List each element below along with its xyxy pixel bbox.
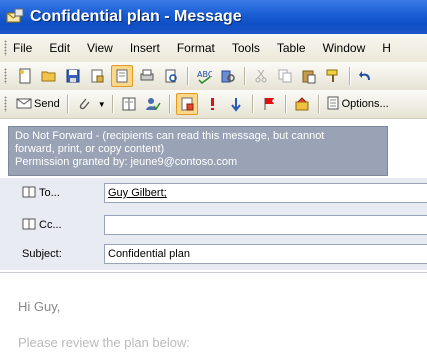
spelling-icon[interactable]: ABC xyxy=(194,66,214,86)
message-body[interactable]: Hi Guy, Please review the plan below: xyxy=(0,272,427,355)
message-window-icon xyxy=(6,8,24,26)
toolbar-separator xyxy=(66,95,68,113)
subject-field[interactable]: Confidential plan xyxy=(104,244,427,264)
format-painter-icon[interactable] xyxy=(323,66,343,86)
to-row: To... Guy Gilbert; xyxy=(0,181,427,205)
undo-icon[interactable] xyxy=(356,66,376,86)
cc-button[interactable]: Cc... xyxy=(22,215,98,235)
research-icon[interactable] xyxy=(218,66,238,86)
signature-icon[interactable] xyxy=(292,94,312,114)
options-button[interactable]: Options... xyxy=(323,94,392,114)
infobar-line-2: forward, print, or copy content) xyxy=(15,143,165,155)
irm-permission-icon[interactable] xyxy=(111,65,133,87)
attach-dropdown-arrow-icon[interactable]: ▼ xyxy=(98,100,106,109)
options-icon xyxy=(326,96,340,113)
menu-edit[interactable]: Edit xyxy=(49,41,70,55)
toolbar-separator xyxy=(284,95,286,113)
infobar-line-1: Do Not Forward - (recipients can read th… xyxy=(15,130,325,142)
to-button[interactable]: To... xyxy=(22,183,98,203)
title-bar: Confidential plan - Message xyxy=(0,0,427,34)
to-label: To... xyxy=(39,187,60,199)
toolbar-grip[interactable] xyxy=(4,40,7,56)
send-icon xyxy=(16,96,32,113)
window-title: Confidential plan - Message xyxy=(30,8,242,25)
message-toolbar: Send ▼ Options... xyxy=(0,90,427,119)
menu-help[interactable]: H xyxy=(382,41,391,55)
toolbar-separator xyxy=(251,95,253,113)
menu-table[interactable]: Table xyxy=(277,41,306,55)
toolbar-separator xyxy=(111,95,113,113)
menu-file[interactable]: File xyxy=(13,41,32,55)
send-label: Send xyxy=(34,98,60,110)
toolbar-separator xyxy=(349,67,350,85)
to-field[interactable]: Guy Gilbert; xyxy=(104,183,427,203)
standard-toolbar: ABC xyxy=(0,62,427,91)
low-importance-icon[interactable] xyxy=(226,94,246,114)
permission-infobar: Do Not Forward - (recipients can read th… xyxy=(8,126,388,176)
cc-row: Cc... xyxy=(0,213,427,237)
menu-tools[interactable]: Tools xyxy=(232,41,260,55)
body-line-2: Please review the plan below: xyxy=(18,335,190,350)
toolbar-separator xyxy=(187,67,188,85)
open-folder-icon[interactable] xyxy=(39,66,59,86)
to-recipient[interactable]: Guy Gilbert; xyxy=(108,187,167,199)
cut-icon[interactable] xyxy=(251,66,271,86)
print-icon[interactable] xyxy=(137,66,157,86)
body-greeting: Hi Guy, xyxy=(18,299,61,314)
copy-icon[interactable] xyxy=(275,66,295,86)
message-header-fields: To... Guy Gilbert; Cc... Subject: Confid… xyxy=(0,178,427,270)
options-label: Options... xyxy=(341,98,389,110)
menu-bar: File Edit View Insert Format Tools Table… xyxy=(0,34,427,63)
menu-view[interactable]: View xyxy=(87,41,113,55)
cc-label: Cc... xyxy=(39,219,62,231)
address-book-small-icon xyxy=(22,218,36,233)
send-button[interactable]: Send xyxy=(13,94,63,114)
toolbar-separator xyxy=(317,95,319,113)
subject-label: Subject: xyxy=(22,248,62,260)
menu-insert[interactable]: Insert xyxy=(130,41,160,55)
print-preview-icon[interactable] xyxy=(161,66,181,86)
permission-icon[interactable] xyxy=(87,66,107,86)
menu-format[interactable]: Format xyxy=(177,41,215,55)
check-names-icon[interactable] xyxy=(143,94,163,114)
permission-button-icon[interactable] xyxy=(175,93,198,115)
menu-window[interactable]: Window xyxy=(323,41,366,55)
follow-up-flag-icon[interactable] xyxy=(259,94,279,114)
toolbar-grip[interactable] xyxy=(4,96,7,112)
cc-field[interactable] xyxy=(104,215,427,235)
infobar-line-3: Permission granted by: jeune9@contoso.co… xyxy=(15,156,238,168)
save-icon[interactable] xyxy=(63,66,83,86)
paste-icon[interactable] xyxy=(299,66,319,86)
address-book-small-icon xyxy=(22,186,36,201)
address-book-icon[interactable] xyxy=(119,94,139,114)
high-importance-icon[interactable] xyxy=(202,94,222,114)
attach-file-icon[interactable] xyxy=(74,94,94,114)
new-icon[interactable] xyxy=(15,66,35,86)
subject-row: Subject: Confidential plan xyxy=(0,242,427,266)
toolbar-grip[interactable] xyxy=(4,68,7,84)
toolbar-separator xyxy=(244,67,245,85)
toolbar-separator xyxy=(168,95,170,113)
